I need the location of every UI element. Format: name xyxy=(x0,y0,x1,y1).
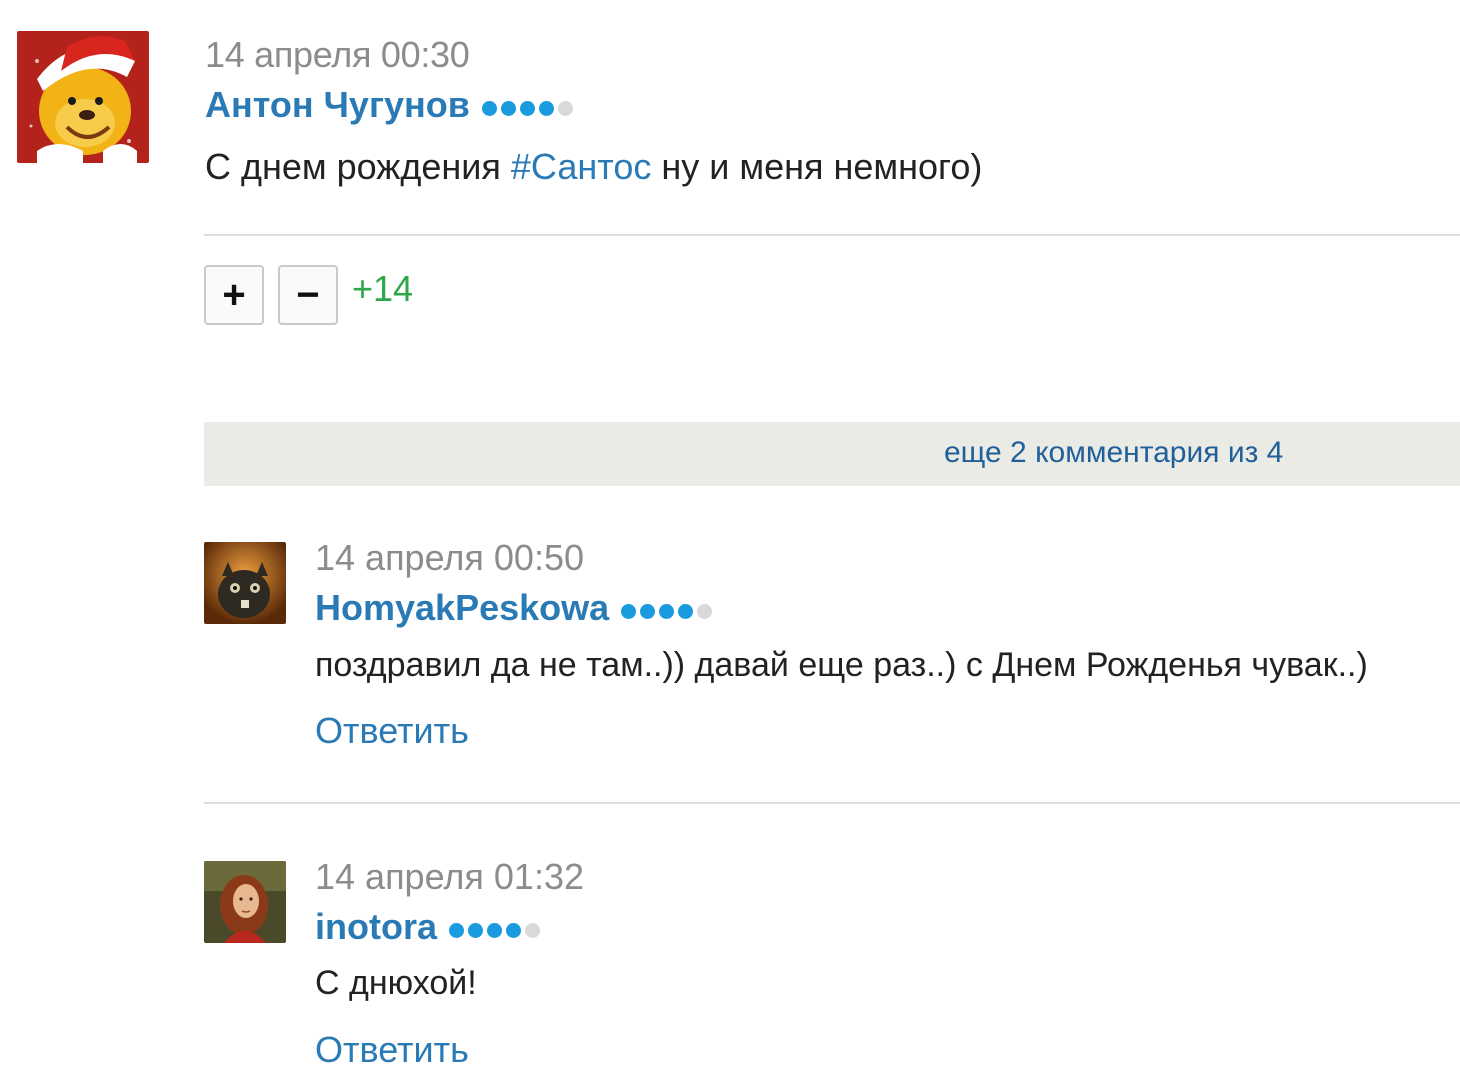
rating-dot xyxy=(621,603,637,619)
hashtag-link[interactable]: #Сантос xyxy=(511,146,651,187)
post-score: +14 xyxy=(352,268,414,309)
more-comments-link[interactable]: еще 2 комментария из 4 xyxy=(944,436,1283,470)
comment-date: 14 апреля 01:32 xyxy=(315,856,584,897)
post-date: 14 апреля 00:30 xyxy=(205,34,470,75)
reply-link[interactable]: Ответить xyxy=(315,1029,469,1071)
avatar[interactable] xyxy=(204,542,286,624)
rating-dot xyxy=(538,100,554,116)
avatar[interactable] xyxy=(204,861,286,943)
comment-author-link[interactable]: inotora xyxy=(315,906,437,948)
comment-text: поздравил да не там..)) давай еще раз..)… xyxy=(315,646,1368,684)
comment-text: С днюхой! xyxy=(315,964,477,1002)
comment-author: HomyakPeskowa xyxy=(315,587,713,629)
rating-dot xyxy=(519,100,535,116)
divider xyxy=(204,802,1460,804)
author-rating xyxy=(621,603,713,619)
post-text: С днем рождения #Сантос ну и меня немног… xyxy=(205,146,982,188)
downvote-button[interactable]: − xyxy=(278,265,338,325)
winnie-pooh-avatar-icon xyxy=(17,31,149,163)
divider xyxy=(204,234,1460,236)
post-author-link[interactable]: Антон Чугунов xyxy=(205,84,470,126)
rating-dot xyxy=(487,922,502,938)
rating-dot xyxy=(557,100,573,116)
author-rating xyxy=(449,922,540,938)
rating-dot xyxy=(525,922,540,938)
rating-dot xyxy=(506,922,521,938)
reply-link[interactable]: Ответить xyxy=(315,710,469,752)
rating-dot xyxy=(659,603,675,619)
rating-dot xyxy=(678,603,694,619)
hamster-avatar-icon xyxy=(204,542,286,624)
rating-dot xyxy=(481,100,497,116)
post-text-before: С днем рождения xyxy=(205,146,511,187)
post-author: Антон Чугунов xyxy=(205,84,573,126)
rating-dot xyxy=(468,922,483,938)
post-text-after: ну и меня немного) xyxy=(651,146,983,187)
upvote-button[interactable]: + xyxy=(204,265,264,325)
author-rating xyxy=(481,100,573,116)
avatar[interactable] xyxy=(17,31,149,163)
rating-dot xyxy=(449,922,464,938)
comment-date: 14 апреля 00:50 xyxy=(315,537,584,578)
comment-author: inotora xyxy=(315,906,540,948)
comment-author-link[interactable]: HomyakPeskowa xyxy=(315,587,609,629)
rating-dot xyxy=(697,603,713,619)
portrait-avatar-icon xyxy=(204,861,286,943)
rating-dot xyxy=(500,100,516,116)
rating-dot xyxy=(640,603,656,619)
